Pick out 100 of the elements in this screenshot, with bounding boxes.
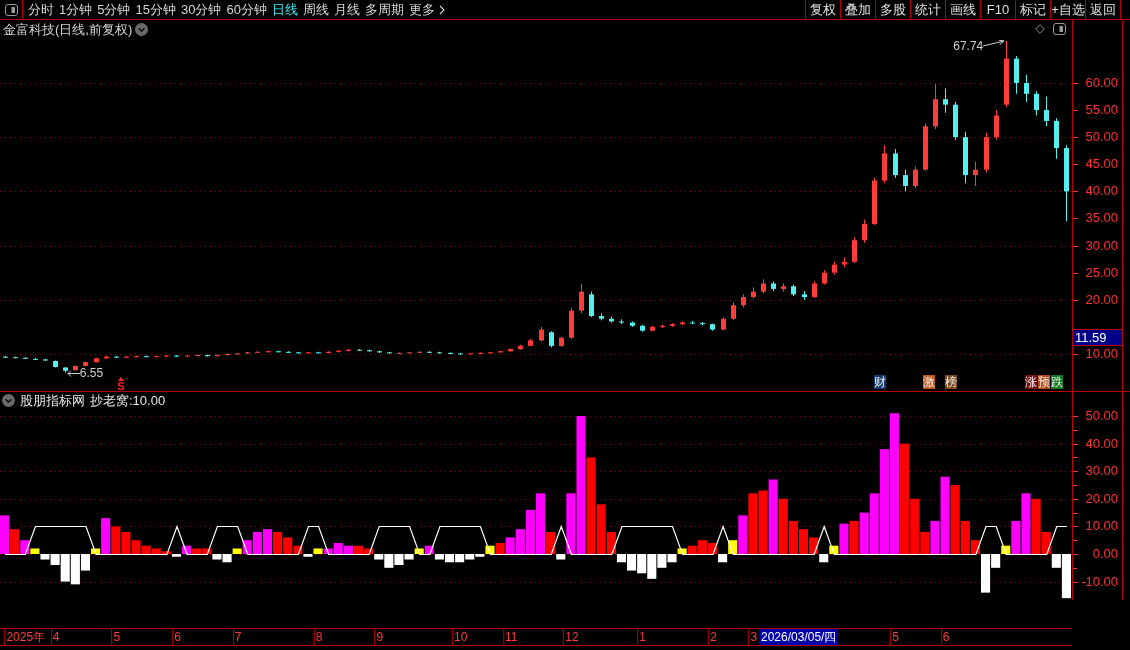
period-tab[interactable]: 5分钟	[97, 3, 131, 16]
period-tab[interactable]: 30分钟	[180, 3, 222, 16]
candlestick	[549, 330, 554, 348]
triangle-up-icon	[118, 377, 124, 381]
candlestick	[984, 132, 989, 173]
axis-label: -10.00	[1081, 574, 1118, 589]
axis-label: 50.00	[1085, 130, 1118, 145]
candlestick	[781, 283, 786, 293]
more-menu-button[interactable]: 更多	[408, 3, 445, 16]
diamond-icon[interactable]	[1035, 24, 1045, 34]
candlestick	[225, 352, 230, 357]
period-tab[interactable]: 1分钟	[59, 3, 93, 16]
candlestick	[286, 350, 291, 354]
histogram-bar	[262, 529, 273, 554]
candlestick	[508, 348, 513, 353]
date-axis-label: 6	[940, 629, 951, 645]
toolbar-button[interactable]: F10	[980, 0, 1015, 19]
event-tag[interactable]: 跌	[1051, 375, 1063, 389]
toolbar-button[interactable]: +自选	[1050, 0, 1085, 19]
axis-label: 40.00	[1085, 184, 1118, 199]
candlestick	[751, 286, 756, 300]
chevron-right-icon	[438, 4, 445, 15]
axis-label: 20.00	[1085, 292, 1118, 307]
event-tag[interactable]: 预	[1038, 375, 1050, 389]
toolbar-button[interactable]: 叠加	[840, 0, 875, 19]
candlestick	[185, 354, 190, 358]
candlestick	[518, 344, 523, 351]
indicator-reading: 抄老窝:10.00	[90, 394, 166, 407]
candlestick	[104, 355, 109, 360]
date-axis-label: 11	[502, 629, 519, 645]
candlestick	[599, 312, 604, 321]
event-tag[interactable]: 涨	[1025, 375, 1037, 389]
chevron-down-icon[interactable]	[135, 22, 149, 36]
candlestick	[852, 236, 857, 264]
axis-label: 60.00	[1085, 75, 1118, 90]
toolbar-button[interactable]: 标记	[1015, 0, 1050, 19]
candlestick	[3, 355, 8, 359]
period-tab[interactable]: 分时	[28, 3, 54, 16]
candlestick	[195, 354, 200, 357]
candlestick	[630, 320, 635, 328]
candlestick	[215, 354, 220, 358]
candlestick	[164, 354, 169, 358]
histogram-bar	[111, 526, 121, 554]
candlestick	[721, 316, 726, 331]
event-tag[interactable]: 激	[923, 375, 935, 389]
candlestick	[882, 144, 887, 184]
candlestick	[771, 280, 776, 292]
period-tab[interactable]: 日线	[271, 3, 298, 16]
candlestick	[680, 320, 685, 326]
candlestick	[872, 177, 877, 226]
axis-label: 35.00	[1085, 211, 1118, 226]
high-price-label: 67.74	[953, 40, 984, 53]
period-tab[interactable]: 月线	[333, 3, 360, 16]
date-axis-label: 7	[232, 629, 243, 645]
date-axis-label: 2	[708, 629, 718, 645]
candlestick	[953, 101, 958, 141]
candlestick	[427, 350, 432, 354]
event-tag[interactable]: 财	[874, 375, 886, 389]
candlestick	[23, 356, 28, 360]
toolbar-button[interactable]: 画线	[945, 0, 980, 19]
event-tag[interactable]: 榜	[945, 375, 957, 389]
candlestick	[822, 269, 827, 286]
candlestick	[417, 350, 422, 354]
cursor-date-label: 2026/03/05/四	[759, 629, 839, 645]
chevron-down-icon[interactable]	[2, 394, 15, 407]
candlestick	[619, 318, 624, 325]
toolbar-button[interactable]: 统计	[910, 0, 945, 19]
candlestick	[710, 323, 715, 332]
candlestick	[1054, 117, 1059, 160]
indicator-name: 股朋指标网	[20, 394, 85, 407]
axis-label: 10.00	[1085, 519, 1118, 534]
date-axis-label: 6	[172, 629, 182, 645]
candlestick	[498, 350, 503, 354]
arrow-right-icon	[983, 40, 1006, 47]
period-tab[interactable]: 多周期	[364, 3, 404, 16]
candlestick	[43, 358, 48, 362]
period-tab[interactable]: 周线	[302, 3, 329, 16]
candlestick	[468, 352, 473, 355]
period-tab[interactable]: 60分钟	[226, 3, 267, 16]
axis-label: 55.00	[1085, 103, 1118, 118]
toolbar-button[interactable]: 返回	[1085, 0, 1120, 19]
candlestick	[488, 351, 493, 354]
date-axis-label: 4	[50, 629, 61, 645]
period-tab[interactable]: 15分钟	[135, 3, 176, 16]
toolbar-button[interactable]: 多股	[875, 0, 910, 19]
candlestick	[387, 351, 392, 354]
signal-marker: S	[117, 381, 125, 392]
candlestick	[296, 351, 301, 354]
candlestick	[640, 324, 645, 333]
date-axis-label: 12	[563, 629, 580, 645]
candlestick	[832, 261, 837, 276]
candlestick	[731, 302, 736, 321]
arrow-left-icon	[66, 369, 80, 377]
candlestick	[255, 350, 260, 354]
candlestick	[842, 257, 847, 268]
candlestick	[124, 355, 129, 359]
toolbar-button[interactable]: 复权	[805, 0, 840, 19]
candlestick	[377, 350, 382, 354]
axis-label: 45.00	[1085, 157, 1118, 172]
histogram-bar	[273, 531, 283, 554]
